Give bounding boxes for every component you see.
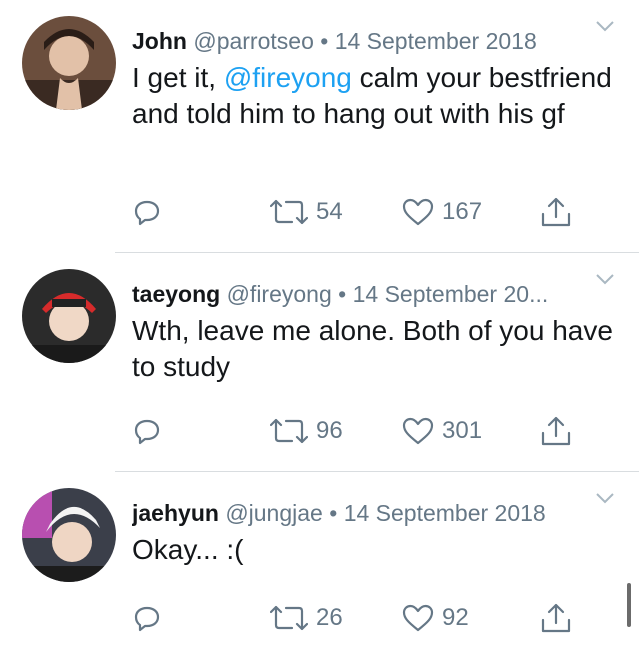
reply-icon bbox=[134, 606, 160, 632]
tweet-text: Okay... :( bbox=[132, 532, 615, 568]
display-name[interactable]: John bbox=[132, 28, 187, 54]
avatar[interactable] bbox=[22, 16, 116, 110]
reply-button[interactable] bbox=[132, 600, 162, 636]
separator: • bbox=[338, 281, 347, 307]
reply-button[interactable] bbox=[132, 413, 162, 449]
share-icon bbox=[541, 197, 571, 227]
retweet-button[interactable]: 96 bbox=[270, 413, 343, 449]
avatar[interactable] bbox=[22, 488, 116, 582]
like-count: 92 bbox=[442, 604, 469, 631]
retweet-count: 96 bbox=[316, 417, 343, 444]
like-icon bbox=[402, 417, 434, 445]
handle[interactable]: @parrotseo bbox=[193, 28, 314, 54]
like-count: 167 bbox=[442, 198, 483, 225]
tweet-text-part: I get it, bbox=[132, 62, 224, 93]
timestamp[interactable]: 14 September 2018 bbox=[344, 500, 546, 526]
share-icon bbox=[541, 416, 571, 446]
tweet-text-part: Wth, leave me alone. Both of you have to… bbox=[132, 315, 613, 382]
reply-button[interactable] bbox=[132, 194, 162, 230]
tweet[interactable]: John @parrotseo • 14 September 2018 I ge… bbox=[0, 0, 639, 252]
retweet-count: 54 bbox=[316, 198, 343, 225]
retweet-icon bbox=[270, 418, 308, 444]
tweet[interactable]: taeyong @fireyong • 14 September 20... W… bbox=[0, 253, 639, 471]
retweet-icon bbox=[270, 199, 308, 225]
retweet-icon bbox=[270, 605, 308, 631]
share-button[interactable] bbox=[540, 600, 572, 636]
tweet-text-part: Okay... :( bbox=[132, 534, 244, 565]
like-icon bbox=[402, 198, 434, 226]
retweet-button[interactable]: 26 bbox=[270, 600, 343, 636]
reply-icon bbox=[134, 419, 160, 445]
reply-icon bbox=[134, 200, 160, 226]
tweet-header: John @parrotseo • 14 September 2018 bbox=[132, 26, 599, 56]
share-button[interactable] bbox=[540, 413, 572, 449]
tweet-text: Wth, leave me alone. Both of you have to… bbox=[132, 313, 615, 385]
display-name[interactable]: jaehyun bbox=[132, 500, 219, 526]
handle[interactable]: @fireyong bbox=[227, 281, 332, 307]
like-count: 301 bbox=[442, 417, 483, 444]
tweet-header: jaehyun @jungjae • 14 September 2018 bbox=[132, 498, 599, 528]
share-icon bbox=[541, 603, 571, 633]
avatar[interactable] bbox=[22, 269, 116, 363]
tweet-header: taeyong @fireyong • 14 September 20... bbox=[132, 279, 599, 309]
tweet-actions: 26 92 bbox=[132, 600, 599, 636]
like-button[interactable]: 92 bbox=[402, 600, 469, 636]
timestamp[interactable]: 14 September 2018 bbox=[335, 28, 537, 54]
tweet-actions: 54 167 bbox=[132, 194, 599, 230]
like-button[interactable]: 167 bbox=[402, 194, 482, 230]
display-name[interactable]: taeyong bbox=[132, 281, 220, 307]
tweet[interactable]: jaehyun @jungjae • 14 September 2018 Oka… bbox=[0, 472, 639, 649]
retweet-count: 26 bbox=[316, 604, 343, 631]
like-icon bbox=[402, 604, 434, 632]
timestamp[interactable]: 14 September 20... bbox=[353, 281, 549, 307]
separator: • bbox=[329, 500, 338, 526]
separator: • bbox=[320, 28, 329, 54]
tweet-actions: 96 301 bbox=[132, 413, 599, 449]
scrollbar[interactable] bbox=[627, 583, 631, 627]
share-button[interactable] bbox=[540, 194, 572, 230]
tweet-text: I get it, @fireyong calm your bestfriend… bbox=[132, 60, 615, 132]
like-button[interactable]: 301 bbox=[402, 413, 482, 449]
handle[interactable]: @jungjae bbox=[225, 500, 323, 526]
mention-link[interactable]: @fireyong bbox=[224, 62, 352, 93]
retweet-button[interactable]: 54 bbox=[270, 194, 343, 230]
